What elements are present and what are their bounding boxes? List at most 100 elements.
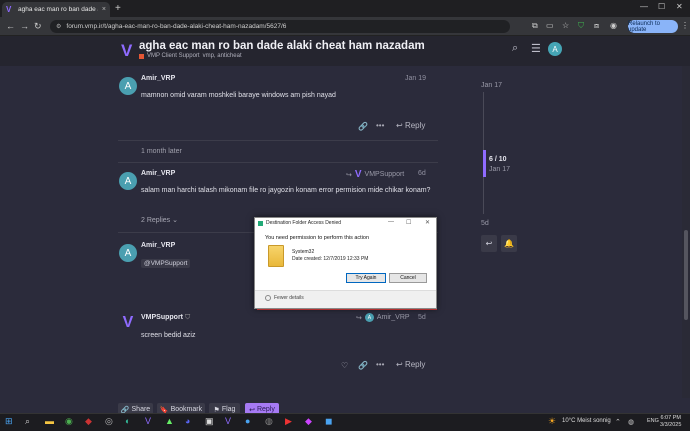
topic-tags[interactable]: vmp, anticheat xyxy=(203,53,242,59)
tab-close-icon[interactable]: × xyxy=(102,6,106,13)
like-heart-icon[interactable]: ♡ xyxy=(341,361,348,370)
post-username[interactable]: VMPSupport ⛉ xyxy=(141,314,190,322)
folder-name: System32 xyxy=(292,249,315,255)
app-icon[interactable]: ● xyxy=(245,416,250,426)
notification-bell-button[interactable]: 🔔 xyxy=(501,235,517,252)
copy-link-icon[interactable]: 🔗 xyxy=(358,122,368,131)
search-icon[interactable]: ⌕ xyxy=(512,42,518,55)
replies-toggle[interactable]: 2 Replies ⌄ xyxy=(141,216,178,224)
vmp-avatar-icon[interactable]: V xyxy=(119,314,137,332)
app-icon[interactable]: ▶ xyxy=(285,416,292,427)
post-date[interactable]: 6d xyxy=(418,170,426,177)
cancel-button[interactable]: Cancel xyxy=(389,273,427,283)
category-link[interactable]: VMP Client Support xyxy=(147,53,200,59)
dialog-title: Destination Folder Access Denied xyxy=(266,220,342,226)
app-icon[interactable]: ◆ xyxy=(85,416,92,427)
reply-to-user: VMPSupport xyxy=(364,171,405,178)
app-icon[interactable]: ▲ xyxy=(165,416,174,426)
reply-button[interactable]: ↩ Reply xyxy=(396,121,425,130)
avatar[interactable]: A xyxy=(119,172,137,190)
forward-icon[interactable]: → xyxy=(20,21,29,31)
folder-icon xyxy=(268,245,284,267)
copy-link-icon[interactable]: 🔗 xyxy=(358,361,368,370)
address-toolbar: ← → ↻ ⚙ forum.vmp.ir/t/agha-eac-man-ro-b… xyxy=(0,17,690,36)
relaunch-button[interactable]: Relaunch to update xyxy=(628,20,678,33)
reload-icon[interactable]: ↻ xyxy=(34,21,42,32)
post-username[interactable]: Amir_VRP xyxy=(141,170,175,177)
timeline-handle[interactable] xyxy=(483,150,486,177)
folder-info: System32 Date created: 12/7/2019 12:33 P… xyxy=(292,249,368,263)
weather-icon[interactable]: ☀ xyxy=(548,416,556,427)
app-icon[interactable]: ▣ xyxy=(205,416,214,427)
more-actions-icon[interactable]: ••• xyxy=(376,121,384,130)
post-body: screen bedid aziz xyxy=(141,332,196,339)
reply-button[interactable]: ↩ Reply xyxy=(396,360,425,369)
scrollbar-thumb[interactable] xyxy=(684,230,688,320)
mini-avatar: A xyxy=(364,313,374,322)
try-again-button[interactable]: Try Again xyxy=(346,273,386,283)
reply-arrow-icon: ↩ xyxy=(396,121,403,130)
reply-label: Reply xyxy=(404,121,426,130)
language-indicator[interactable]: ENG xyxy=(647,418,659,424)
network-icon[interactable]: ◍ xyxy=(628,418,634,426)
close-window-icon[interactable]: ✕ xyxy=(676,2,683,11)
topic-meta: VMP Client Support vmp, anticheat xyxy=(139,53,242,59)
edge-icon[interactable]: ◐ xyxy=(125,416,130,426)
search-icon[interactable]: ⌕ xyxy=(25,416,30,427)
system-clock[interactable]: 6:07 PM 3/3/2025 xyxy=(660,415,681,429)
back-icon[interactable]: ← xyxy=(6,21,15,31)
extensions-icon[interactable]: ⧈ xyxy=(594,21,599,31)
selection-underline xyxy=(257,309,437,310)
chrome-icon[interactable]: ◉ xyxy=(65,416,73,427)
maximize-icon[interactable]: ☐ xyxy=(658,2,665,11)
browser-tab[interactable]: V agha eac man ro ban dade alaki × xyxy=(2,2,110,17)
site-info-icon[interactable]: ⚙ xyxy=(56,23,61,30)
user-avatar[interactable]: A xyxy=(548,42,562,56)
shield-extension-icon[interactable]: ⛉ xyxy=(578,21,584,31)
dialog-app-icon xyxy=(258,220,263,226)
steam-icon[interactable]: ◎ xyxy=(105,416,113,427)
new-tab-button[interactable]: + xyxy=(115,3,121,14)
vmp-app-icon[interactable]: V xyxy=(225,416,231,426)
app-icon[interactable]: ◼ xyxy=(325,416,332,427)
dialog-maximize-icon[interactable]: ☐ xyxy=(406,219,411,226)
reply-to-indicator[interactable]: ↪ A Amir_VRP xyxy=(356,313,410,322)
discord-icon[interactable]: ◕ xyxy=(185,416,190,426)
category-badge xyxy=(139,53,144,59)
chevron-down-icon: ⌄ xyxy=(172,217,179,224)
post-body: salam man harchi talash mikonam file ro … xyxy=(141,187,431,194)
url-bar[interactable]: ⚙ forum.vmp.ir/t/agha-eac-man-ro-ban-dad… xyxy=(50,20,510,33)
more-actions-icon[interactable]: ••• xyxy=(376,360,384,369)
avatar[interactable]: A xyxy=(119,244,137,262)
file-explorer-icon[interactable]: ▬ xyxy=(45,416,54,426)
hamburger-menu-icon[interactable]: ☰ xyxy=(531,42,541,55)
post-username[interactable]: Amir_VRP xyxy=(141,75,175,82)
translate-icon[interactable]: ⧉ xyxy=(532,21,538,31)
dialog-close-icon[interactable]: ✕ xyxy=(425,219,430,226)
app-icon[interactable]: ◍ xyxy=(265,416,273,427)
avatar[interactable]: A xyxy=(119,77,137,95)
post-date[interactable]: Jan 19 xyxy=(405,75,426,82)
topic-title[interactable]: agha eac man ro ban dade alaki cheat ham… xyxy=(139,40,425,52)
browser-menu-icon[interactable]: ⋮ xyxy=(681,21,689,30)
cast-icon[interactable]: ▭ xyxy=(546,21,554,30)
tray-chevron-icon[interactable]: ⌃ xyxy=(615,418,621,426)
weather-widget[interactable]: 10°C Meist sonnig xyxy=(562,418,611,424)
post-username[interactable]: Amir_VRP xyxy=(141,242,175,249)
vmp-app-icon[interactable]: V xyxy=(145,416,151,426)
timeline-end-date[interactable]: 5d xyxy=(481,220,489,227)
timeline-start-date[interactable]: Jan 17 xyxy=(481,82,502,89)
timeline-reply-button[interactable]: ↩ xyxy=(481,235,497,252)
start-icon[interactable]: ⊞ xyxy=(5,416,13,427)
bookmark-star-icon[interactable]: ☆ xyxy=(562,21,569,30)
moderator-shield-icon: ⛉ xyxy=(184,314,191,321)
post-date[interactable]: 5d xyxy=(418,314,426,321)
dialog-minimize-icon[interactable]: — xyxy=(388,219,394,225)
minimize-icon[interactable]: — xyxy=(640,2,648,11)
app-icon[interactable]: ◆ xyxy=(305,416,312,427)
vmp-logo-icon[interactable]: V xyxy=(121,41,132,61)
mention-link[interactable]: @VMPSupport xyxy=(141,259,191,268)
reply-to-indicator[interactable]: ↪ V VMPSupport xyxy=(346,169,404,180)
fewer-details-toggle[interactable]: Fewer details xyxy=(265,295,304,301)
profile-icon[interactable]: ◉ xyxy=(610,21,617,30)
